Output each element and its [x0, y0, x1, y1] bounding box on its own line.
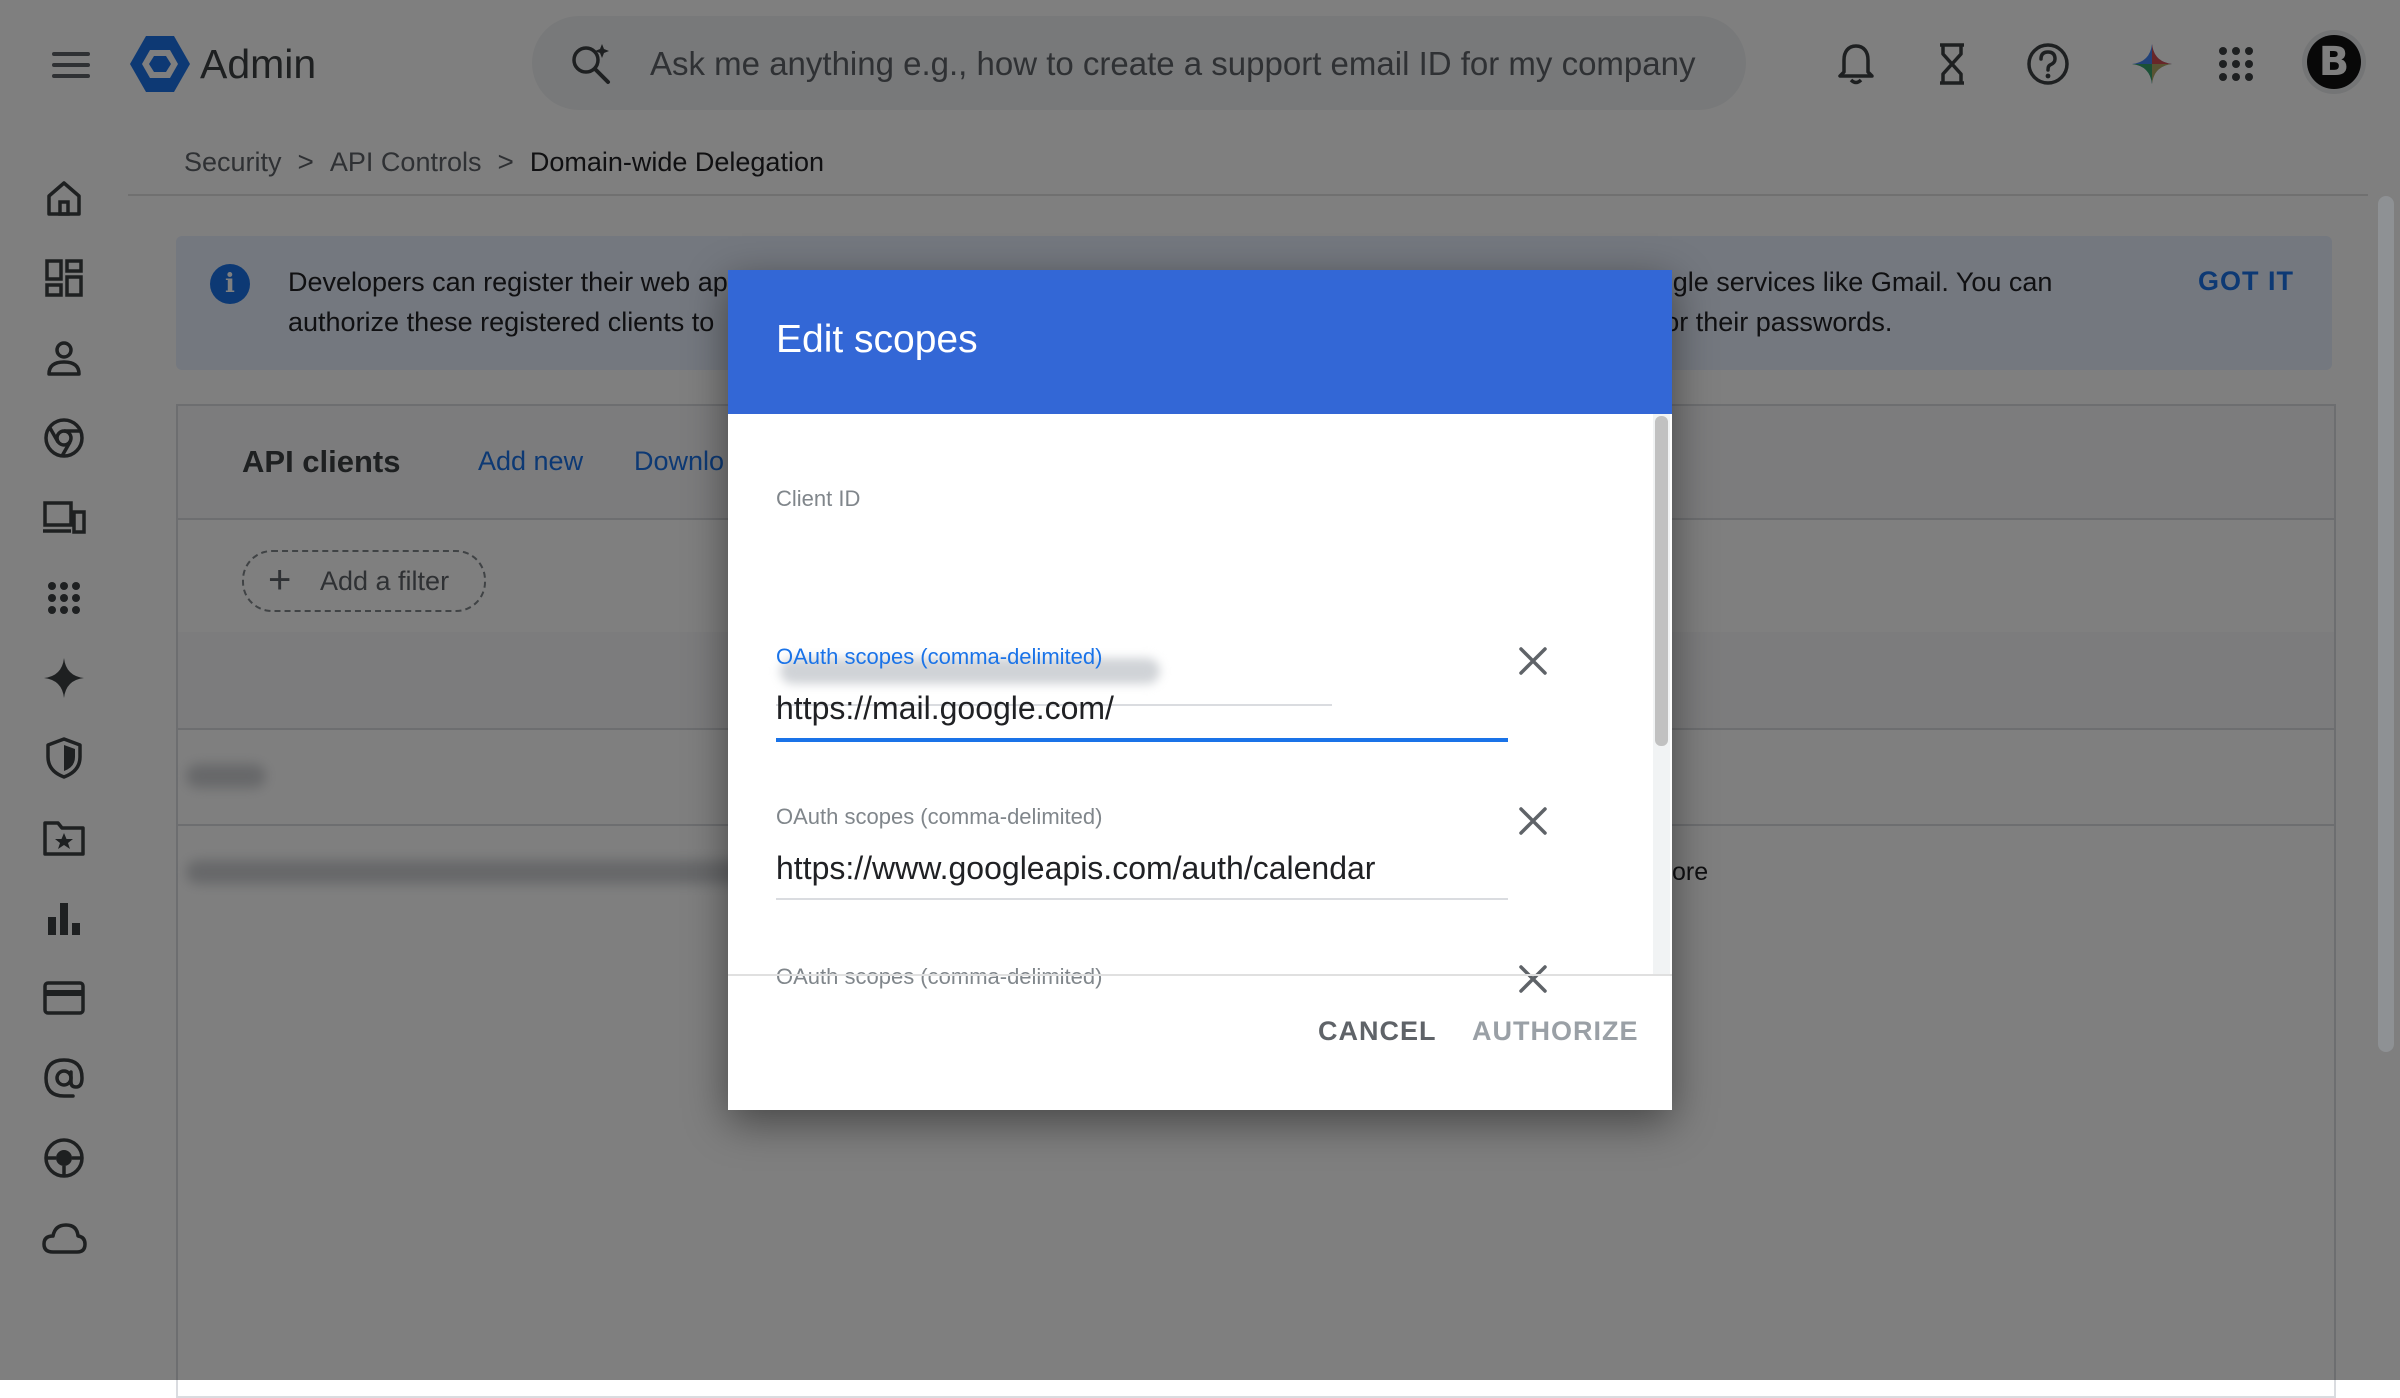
close-icon: [1519, 807, 1547, 835]
scope-label: OAuth scopes (comma-delimited): [776, 644, 1103, 669]
remove-scope-button[interactable]: [1508, 636, 1558, 686]
close-icon: [1519, 647, 1547, 675]
scope-underline: [776, 738, 1508, 742]
client-id-label: Client ID: [776, 486, 861, 511]
page-scrollbar[interactable]: [2378, 196, 2394, 1052]
scope-input[interactable]: [776, 842, 1508, 894]
dialog-header: Edit scopes: [728, 270, 1672, 414]
admin-console: Admin B: [0, 0, 2400, 1398]
scope-label: OAuth scopes (comma-delimited): [776, 804, 1103, 829]
authorize-button[interactable]: AUTHORIZE: [1472, 1016, 1639, 1047]
scope-underline: [776, 898, 1508, 900]
scope-input[interactable]: [776, 682, 1508, 734]
dialog-footer: CANCEL AUTHORIZE: [728, 974, 1672, 1112]
cancel-button[interactable]: CANCEL: [1318, 1016, 1437, 1047]
dialog-title: Edit scopes: [776, 318, 978, 361]
dialog-scroll-thumb[interactable]: [1655, 416, 1668, 746]
remove-scope-button[interactable]: [1508, 796, 1558, 846]
edit-scopes-dialog: Edit scopes Client ID OAuth scopes (comm…: [728, 270, 1672, 1110]
